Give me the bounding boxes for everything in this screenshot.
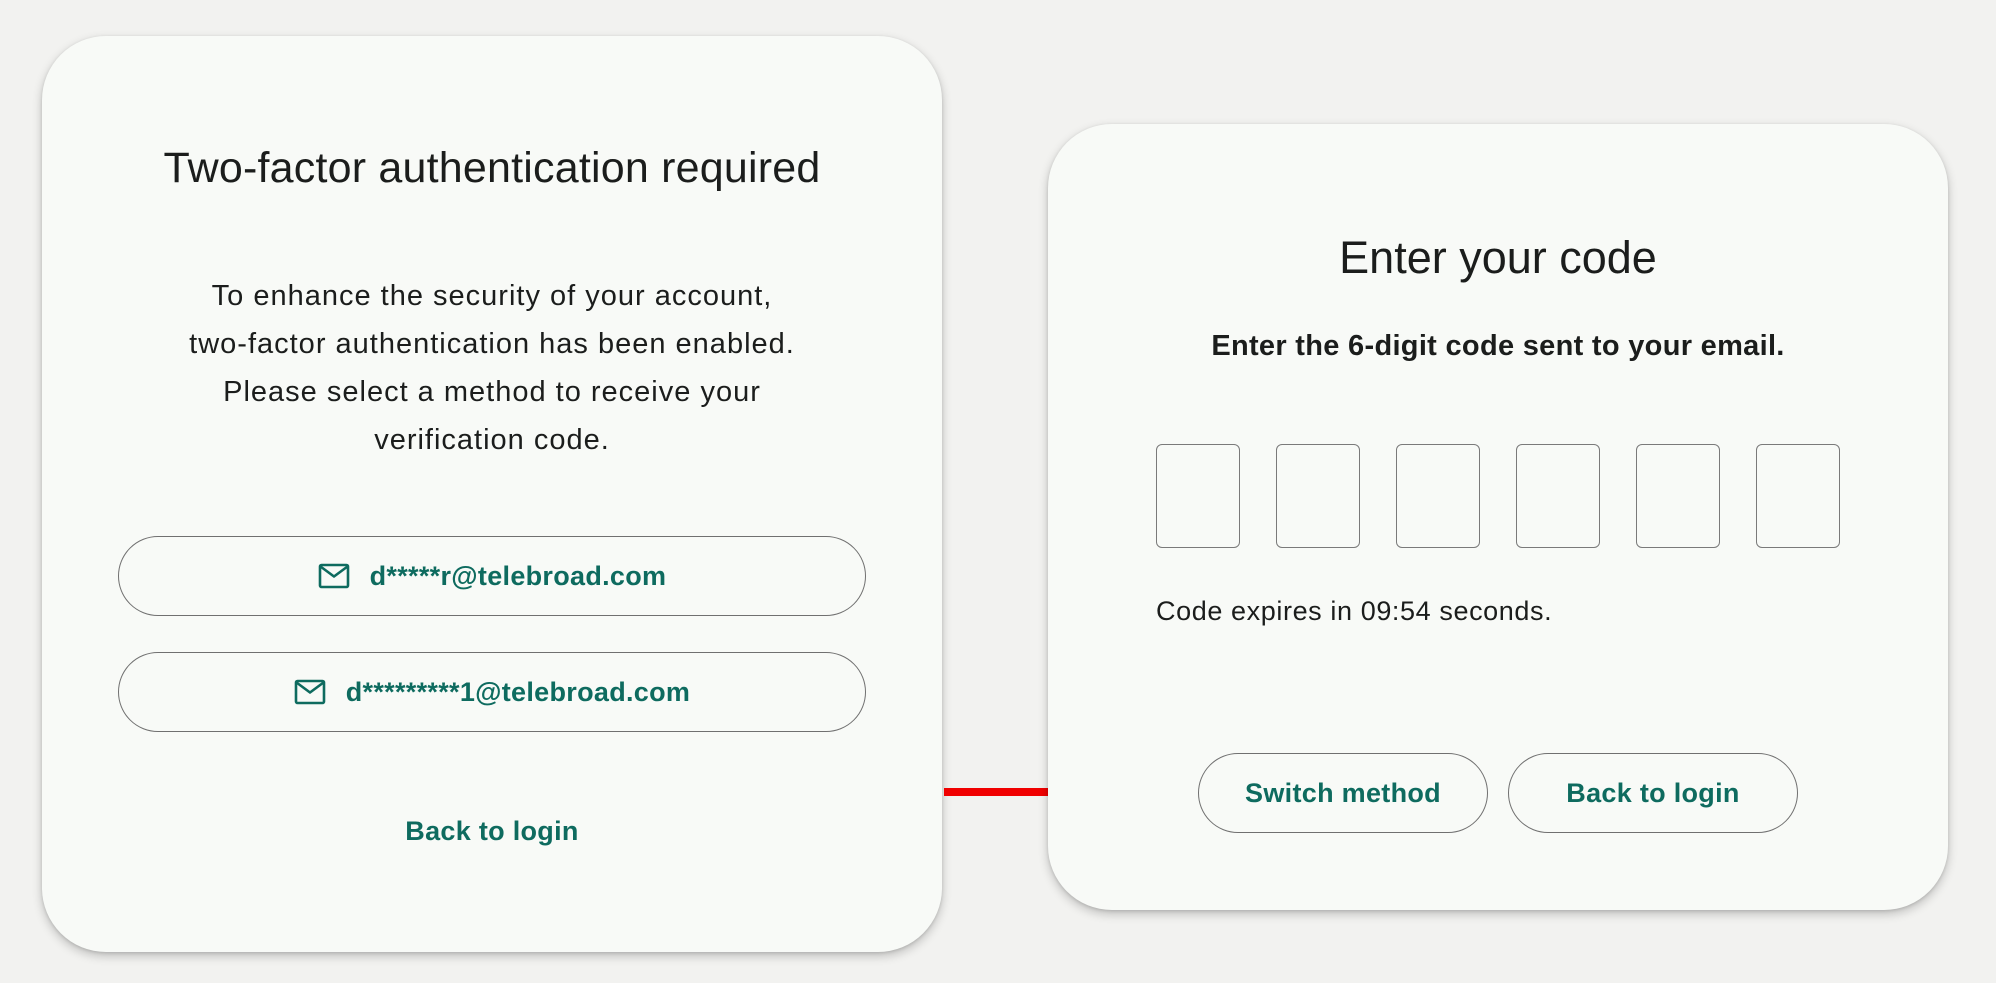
email-method-label: d*********1@telebroad.com (345, 676, 691, 707)
description-line: To enhance the security of your account, (211, 280, 773, 312)
mail-icon (294, 679, 326, 705)
code-digit-input-1[interactable] (1156, 444, 1240, 548)
two-factor-description: To enhance the security of your account,… (142, 272, 842, 464)
enter-code-title: Enter your code (1339, 232, 1657, 283)
back-to-login-button[interactable]: Back to login (1508, 753, 1798, 833)
code-input-group (1156, 444, 1840, 548)
code-digit-input-4[interactable] (1516, 444, 1600, 548)
back-to-login-link[interactable]: Back to login (42, 816, 942, 847)
switch-method-button[interactable]: Switch method (1198, 753, 1488, 833)
enter-code-subtitle: Enter the 6-digit code sent to your emai… (1211, 330, 1785, 362)
two-factor-title: Two-factor authentication required (163, 144, 821, 192)
code-entry-card: Enter your code Enter the 6-digit code s… (1048, 124, 1948, 910)
mail-icon (318, 563, 350, 589)
email-method-label: d*****r@telebroad.com (369, 560, 667, 591)
method-selection-card: Two-factor authentication required To en… (42, 36, 942, 952)
email-method-button-2[interactable]: d*********1@telebroad.com (118, 652, 866, 732)
description-line: verification code. (374, 424, 610, 456)
description-line: Please select a method to receive your (223, 376, 761, 408)
email-method-button-1[interactable]: d*****r@telebroad.com (118, 536, 866, 616)
code-digit-input-6[interactable] (1756, 444, 1840, 548)
code-digit-input-2[interactable] (1276, 444, 1360, 548)
code-digit-input-3[interactable] (1396, 444, 1480, 548)
code-digit-input-5[interactable] (1636, 444, 1720, 548)
description-line: two-factor authentication has been enabl… (189, 328, 795, 360)
code-expiry-text: Code expires in 09:54 seconds. (1156, 596, 1553, 626)
